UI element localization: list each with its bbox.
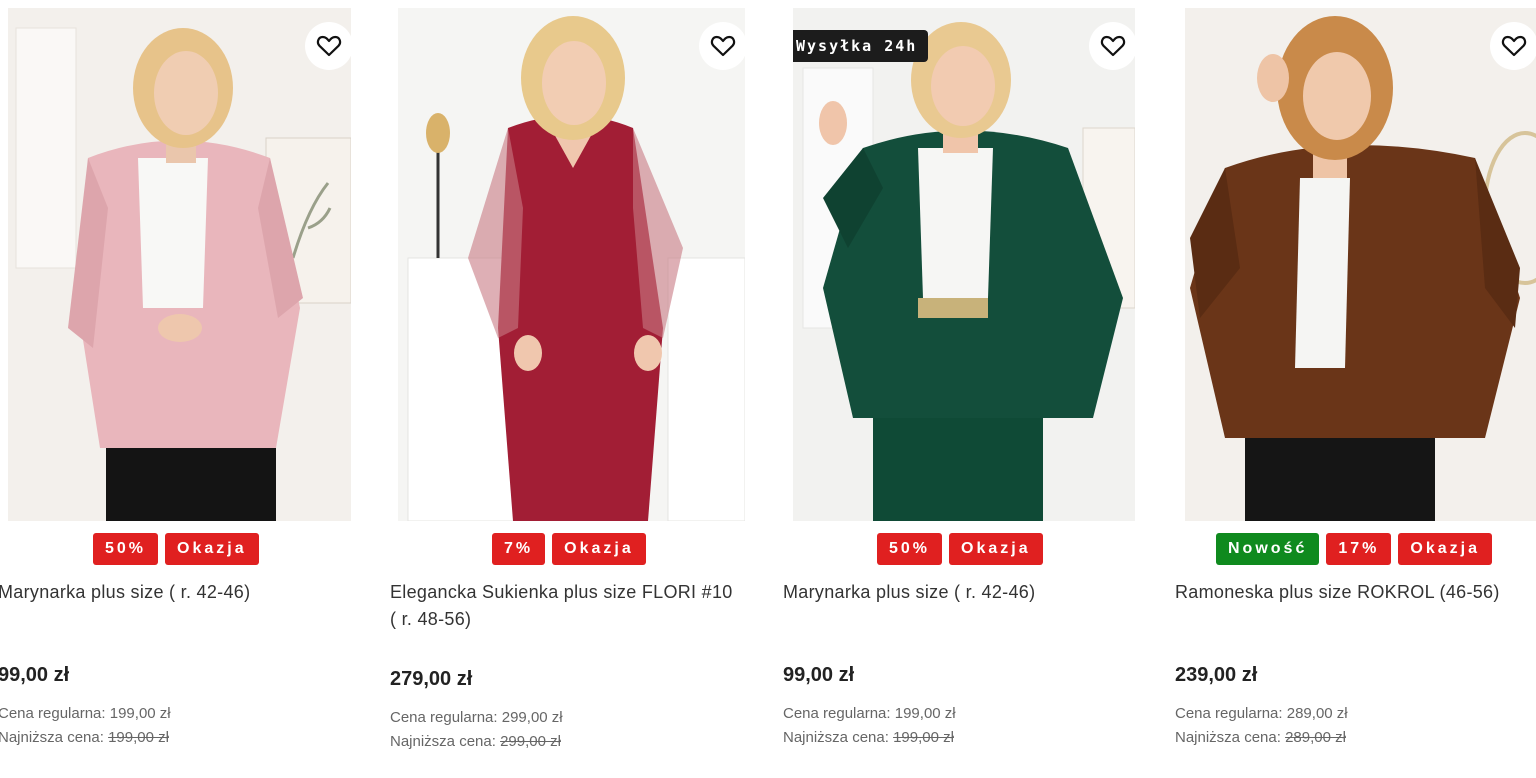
discount-badge: 50% (877, 533, 943, 565)
deal-badge: Okazja (949, 533, 1043, 565)
badge-row: 7% Okazja (492, 533, 646, 565)
lowest-price-label: Najniższa cena: (783, 729, 889, 746)
product-image[interactable] (398, 8, 745, 521)
heart-icon (316, 35, 342, 57)
product-card[interactable]: 7% Okazja Elegancka Sukienka plus size F… (390, 0, 760, 778)
favorite-button[interactable] (1490, 22, 1536, 70)
product-card[interactable]: Wysyłka 24h 50% Okazja Marynarka plus si… (782, 0, 1152, 778)
discount-badge: 7% (492, 533, 546, 565)
favorite-button[interactable] (699, 22, 745, 70)
badge-row: 50% Okazja (877, 533, 1043, 565)
regular-price-value: 199,00 zł (894, 705, 956, 722)
price-meta: Cena regularna: 299,00 zł Najniższa cena… (390, 706, 563, 754)
price-meta: Cena regularna: 289,00 zł Najniższa cena… (1175, 702, 1348, 750)
product-price: 99,00 zł (0, 664, 70, 686)
lowest-price-value: 199,00 zł (108, 729, 169, 746)
product-price: 279,00 zł (390, 668, 473, 690)
heart-icon (1100, 35, 1126, 57)
product-image[interactable] (1185, 8, 1536, 521)
product-card[interactable]: 50% Okazja Marynarka plus size ( r. 42-4… (0, 0, 370, 778)
product-price: 99,00 zł (783, 664, 855, 686)
regular-price-value: 299,00 zł (501, 709, 563, 726)
new-badge: Nowość (1216, 533, 1320, 565)
favorite-button[interactable] (1089, 22, 1135, 70)
product-title[interactable]: Ramoneska plus size ROKROL (46-56) (1175, 579, 1536, 606)
product-card[interactable]: Nowość 17% Okazja Ramoneska plus size RO… (1174, 0, 1536, 778)
lowest-price-label: Najniższa cena: (1175, 729, 1281, 746)
regular-price-label: Cena regularna: (0, 705, 106, 722)
heart-icon (710, 35, 736, 57)
lowest-price-label: Najniższa cena: (0, 729, 104, 746)
deal-badge: Okazja (1398, 533, 1492, 565)
product-image[interactable] (8, 8, 351, 521)
badge-row: 50% Okazja (93, 533, 259, 565)
price-meta: Cena regularna: 199,00 zł Najniższa cena… (783, 702, 956, 750)
product-title[interactable]: Marynarka plus size ( r. 42-46) (783, 579, 1143, 606)
shipping-badge: Wysyłka 24h (793, 30, 929, 62)
price-meta: Cena regularna: 199,00 zł Najniższa cena… (0, 702, 171, 750)
regular-price-value: 199,00 zł (109, 705, 171, 722)
product-title[interactable]: Marynarka plus size ( r. 42-46) (0, 579, 358, 606)
lowest-price-value: 289,00 zł (1285, 729, 1346, 746)
deal-badge: Okazja (552, 533, 646, 565)
discount-badge: 50% (93, 533, 159, 565)
product-price: 239,00 zł (1175, 664, 1258, 686)
regular-price-value: 289,00 zł (1286, 705, 1348, 722)
badge-row: Nowość 17% Okazja (1216, 533, 1492, 565)
lowest-price-value: 199,00 zł (893, 729, 954, 746)
lowest-price-value: 299,00 zł (500, 733, 561, 750)
favorite-button[interactable] (305, 22, 351, 70)
regular-price-label: Cena regularna: (390, 709, 498, 726)
heart-icon (1501, 35, 1527, 57)
deal-badge: Okazja (165, 533, 259, 565)
discount-badge: 17% (1326, 533, 1392, 565)
regular-price-label: Cena regularna: (1175, 705, 1283, 722)
product-title[interactable]: Elegancka Sukienka plus size FLORI #10 (… (390, 579, 740, 633)
product-image[interactable]: Wysyłka 24h (793, 8, 1135, 521)
lowest-price-label: Najniższa cena: (390, 733, 496, 750)
regular-price-label: Cena regularna: (783, 705, 891, 722)
